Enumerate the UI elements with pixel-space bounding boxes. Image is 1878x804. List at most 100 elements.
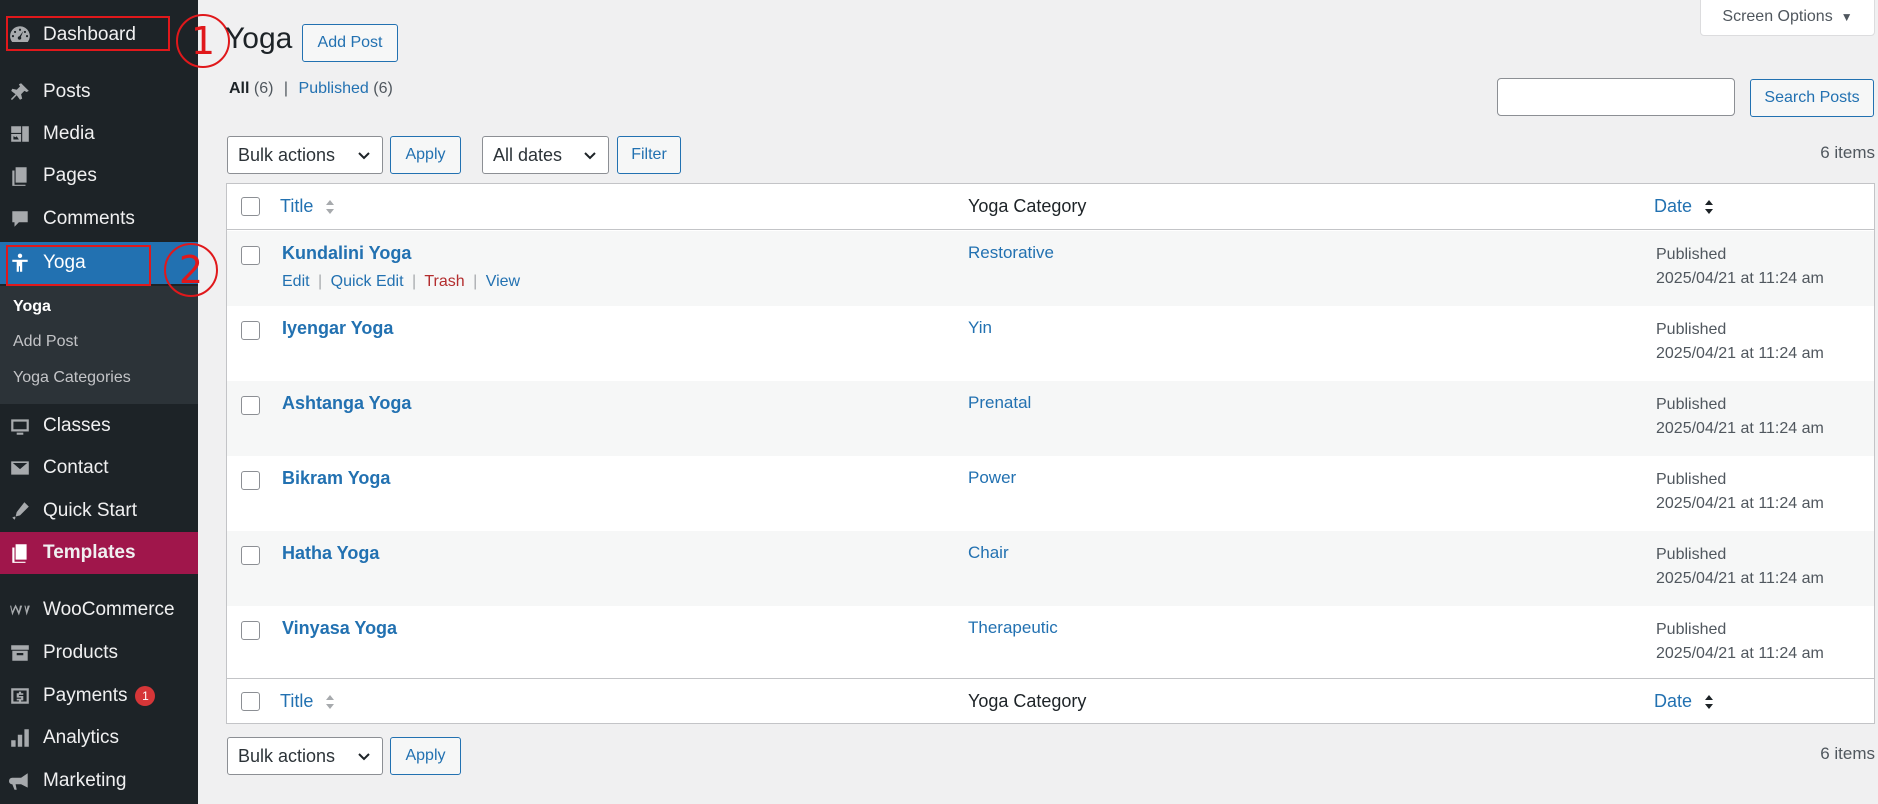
row-checkbox[interactable] xyxy=(241,471,260,490)
sidebar-item-contact[interactable]: Contact xyxy=(0,447,198,489)
row-checkbox[interactable] xyxy=(241,621,260,640)
submenu-item-yoga[interactable]: Yoga xyxy=(13,298,51,316)
sidebar-item-woocommerce[interactable]: WooCommerce xyxy=(0,589,198,631)
post-status: Published xyxy=(1656,321,1727,338)
sort-icon xyxy=(1705,200,1714,215)
post-status: Published xyxy=(1656,396,1727,413)
row-checkbox[interactable] xyxy=(241,321,260,340)
yoga-submenu: Yoga Add Post Yoga Categories xyxy=(0,286,198,404)
column-title-header[interactable]: Title xyxy=(280,691,336,712)
view-all-link[interactable]: All xyxy=(229,80,249,97)
sidebar-item-payments[interactable]: Payments 1 xyxy=(0,675,198,717)
sidebar-item-label: Analytics xyxy=(43,727,120,748)
post-title-link[interactable]: Iyengar Yoga xyxy=(282,318,393,339)
date-cell: Published 2025/04/21 at 11:24 am xyxy=(1656,468,1824,516)
apply-button[interactable]: Apply xyxy=(390,136,461,174)
category-link[interactable]: Prenatal xyxy=(968,393,1031,413)
edit-link[interactable]: Edit xyxy=(282,273,310,290)
trash-link[interactable]: Trash xyxy=(424,273,464,290)
column-date-header[interactable]: Date xyxy=(1654,691,1715,712)
sidebar-item-templates[interactable]: Templates xyxy=(0,532,198,574)
post-date: 2025/04/21 at 11:24 am xyxy=(1656,270,1824,287)
post-title-link[interactable]: Vinyasa Yoga xyxy=(282,618,397,639)
submenu-item-yoga-categories[interactable]: Yoga Categories xyxy=(13,369,131,387)
sidebar-item-label: Pages xyxy=(43,165,97,186)
sidebar-item-pages[interactable]: Pages xyxy=(0,155,198,197)
view-published-link[interactable]: Published xyxy=(299,80,369,97)
add-post-button[interactable]: Add Post xyxy=(302,24,398,62)
sort-icon xyxy=(326,200,335,215)
view-link[interactable]: View xyxy=(486,273,520,290)
table-footer: Title Yoga Category Date xyxy=(227,678,1874,724)
quick-edit-link[interactable]: Quick Edit xyxy=(331,273,404,290)
search-posts-button[interactable]: Search Posts xyxy=(1750,79,1874,117)
date-filter-select[interactable]: All dates xyxy=(482,136,609,174)
date-cell: Published 2025/04/21 at 11:24 am xyxy=(1656,618,1824,666)
sidebar-item-label: Posts xyxy=(43,81,91,102)
screen-options-button[interactable]: Screen Options ▼ xyxy=(1700,0,1875,36)
sidebar-item-label: WooCommerce xyxy=(43,599,175,620)
post-date: 2025/04/21 at 11:24 am xyxy=(1656,570,1824,587)
post-date: 2025/04/21 at 11:24 am xyxy=(1656,495,1824,512)
sidebar-item-quick-start[interactable]: Quick Start xyxy=(0,490,198,532)
post-status: Published xyxy=(1656,546,1727,563)
column-date-label: Date xyxy=(1654,691,1693,711)
view-published-count: (6) xyxy=(373,80,393,97)
sidebar-item-label: Marketing xyxy=(43,770,127,791)
table-row: Ashtanga Yoga Prenatal Published 2025/04… xyxy=(227,381,1874,456)
notification-badge: 1 xyxy=(135,686,156,706)
bulk-actions-select[interactable]: Bulk actions xyxy=(227,136,383,174)
chevron-down-icon xyxy=(358,753,370,761)
sidebar-item-analytics[interactable]: Analytics xyxy=(0,717,198,759)
templates-icon xyxy=(9,542,31,564)
row-checkbox[interactable] xyxy=(241,546,260,565)
pin-icon xyxy=(9,81,31,103)
table-header: Title Yoga Category Date xyxy=(227,184,1874,230)
row-checkbox[interactable] xyxy=(241,396,260,415)
date-cell: Published 2025/04/21 at 11:24 am xyxy=(1656,543,1824,591)
table-row: Bikram Yoga Power Published 2025/04/21 a… xyxy=(227,456,1874,531)
posts-table: Title Yoga Category Date Kundalini Yoga … xyxy=(226,183,1875,724)
sidebar-item-posts[interactable]: Posts xyxy=(0,71,198,113)
select-all-checkbox[interactable] xyxy=(241,692,260,711)
date-cell: Published 2025/04/21 at 11:24 am xyxy=(1656,318,1824,366)
caret-down-icon: ▼ xyxy=(1840,10,1853,24)
bulk-actions-select-bottom[interactable]: Bulk actions xyxy=(227,737,383,775)
sidebar-item-comments[interactable]: Comments xyxy=(0,198,198,240)
select-all-checkbox[interactable] xyxy=(241,197,260,216)
comment-icon xyxy=(9,208,31,230)
items-count: 6 items xyxy=(1820,744,1875,763)
category-link[interactable]: Chair xyxy=(968,543,1009,563)
sidebar-item-media[interactable]: Media xyxy=(0,113,198,155)
submenu-item-add-post[interactable]: Add Post xyxy=(13,333,78,351)
search-input[interactable] xyxy=(1497,78,1735,116)
post-title-link[interactable]: Ashtanga Yoga xyxy=(282,393,411,414)
bulk-actions-value: Bulk actions xyxy=(238,745,336,766)
category-link[interactable]: Therapeutic xyxy=(968,618,1058,638)
sidebar-item-classes[interactable]: Classes xyxy=(0,405,198,447)
apply-button-bottom[interactable]: Apply xyxy=(390,737,461,775)
table-row: Vinyasa Yoga Therapeutic Published 2025/… xyxy=(227,606,1874,681)
sidebar-item-products[interactable]: Products xyxy=(0,632,198,674)
row-actions-sep: | xyxy=(318,273,323,290)
row-checkbox[interactable] xyxy=(241,246,260,265)
items-count: 6 items xyxy=(1820,143,1875,162)
sort-icon xyxy=(1705,695,1714,710)
category-link[interactable]: Restorative xyxy=(968,243,1054,263)
category-link[interactable]: Power xyxy=(968,468,1016,488)
post-status: Published xyxy=(1656,246,1727,263)
money-icon xyxy=(9,685,31,707)
column-title-header[interactable]: Title xyxy=(280,196,336,217)
table-row: Kundalini Yoga Edit | Quick Edit | Trash… xyxy=(227,231,1874,306)
filter-button[interactable]: Filter xyxy=(617,136,681,174)
annotation-marker-1: 1 xyxy=(176,14,230,68)
sidebar-item-marketing[interactable]: Marketing xyxy=(0,760,198,802)
column-date-header[interactable]: Date xyxy=(1654,196,1715,217)
post-date: 2025/04/21 at 11:24 am xyxy=(1656,420,1824,437)
page-title: Yoga xyxy=(225,22,293,55)
post-title-link[interactable]: Hatha Yoga xyxy=(282,543,379,564)
category-link[interactable]: Yin xyxy=(968,318,992,338)
column-category-header: Yoga Category xyxy=(968,196,1087,216)
post-title-link[interactable]: Kundalini Yoga xyxy=(282,243,411,264)
post-title-link[interactable]: Bikram Yoga xyxy=(282,468,390,489)
